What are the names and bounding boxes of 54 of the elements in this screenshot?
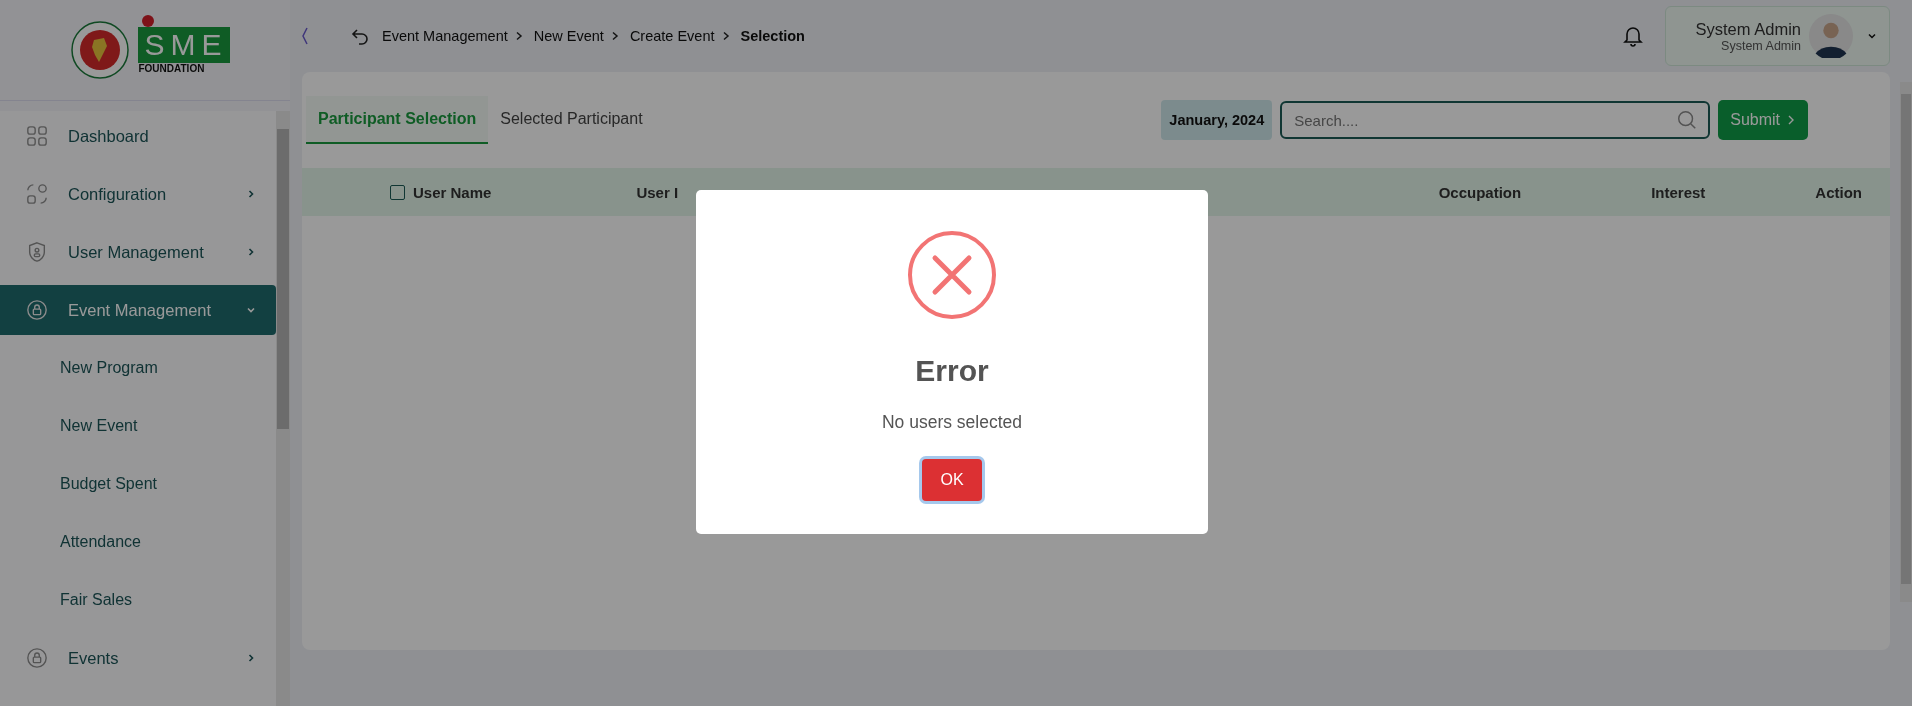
shield-user-icon — [26, 241, 48, 263]
search-icon — [1676, 109, 1699, 131]
shapes-icon — [26, 183, 48, 205]
collapse-icon[interactable] — [300, 26, 310, 46]
chevron-down-icon — [246, 305, 256, 315]
search-field[interactable]: Search.... — [1280, 101, 1711, 139]
lock-icon — [26, 647, 48, 669]
sidebar-item[interactable]: Configuration — [0, 169, 276, 219]
breadcrumb-current: Selection — [740, 28, 805, 44]
sidebar-item[interactable]: Dashboard — [0, 111, 276, 161]
sidebar-item[interactable]: User Management — [0, 227, 276, 277]
submit-button[interactable]: Submit — [1718, 100, 1808, 140]
column-header: User Name — [413, 183, 492, 201]
emblem-icon — [70, 20, 131, 80]
tab[interactable]: Selected Participant — [488, 96, 655, 144]
column-header: User I — [636, 183, 679, 201]
submenu-item[interactable]: Budget Spent — [0, 459, 276, 509]
logo-caption: FOUNDATION — [138, 62, 205, 74]
sidebar-item[interactable]: Events — [0, 633, 276, 683]
submenu-item[interactable]: Fair Sales — [0, 575, 276, 625]
chevron-right-icon — [1786, 113, 1796, 127]
error-icon — [907, 230, 997, 320]
checkbox[interactable] — [390, 184, 405, 200]
tab[interactable]: Participant Selection — [306, 96, 489, 144]
avatar-icon — [1809, 14, 1853, 58]
dialog-message: No users selected — [881, 412, 1023, 433]
scrollbar[interactable] — [276, 111, 290, 706]
chevron-right-icon — [246, 653, 256, 663]
column-header: Occupation — [1438, 183, 1522, 201]
user-role: System Admin — [1721, 38, 1801, 53]
month-label: January, 2024 — [1161, 100, 1273, 140]
user-menu[interactable]: System Admin System Admin — [1664, 6, 1890, 66]
chevron-down-icon — [1867, 31, 1877, 41]
breadcrumb-link[interactable]: Event Management — [382, 28, 508, 44]
back-icon[interactable] — [350, 26, 370, 46]
bell-icon[interactable] — [1620, 24, 1645, 48]
breadcrumb-link[interactable]: New Event — [533, 28, 604, 44]
submenu-item[interactable]: New Event — [0, 401, 276, 451]
ok-button[interactable]: OK — [922, 459, 982, 501]
submenu-item[interactable]: New Program — [0, 343, 276, 393]
logo-mark: SME — [138, 26, 230, 63]
logo-dot — [142, 14, 155, 27]
column-header: Interest — [1651, 183, 1706, 201]
dialog-title: Error — [915, 354, 989, 388]
chevron-right-icon — [246, 189, 256, 199]
chevron-right-icon — [246, 247, 256, 257]
submenu-item[interactable]: Attendance — [0, 517, 276, 567]
column-header: Action — [1815, 183, 1862, 201]
grid-icon — [26, 125, 48, 147]
scrollbar[interactable] — [1900, 82, 1912, 602]
lock-icon — [26, 299, 48, 321]
user-name: System Admin — [1695, 19, 1801, 39]
sidebar-item[interactable]: Event Management — [0, 285, 276, 335]
breadcrumb-link[interactable]: Create Event — [629, 28, 715, 44]
